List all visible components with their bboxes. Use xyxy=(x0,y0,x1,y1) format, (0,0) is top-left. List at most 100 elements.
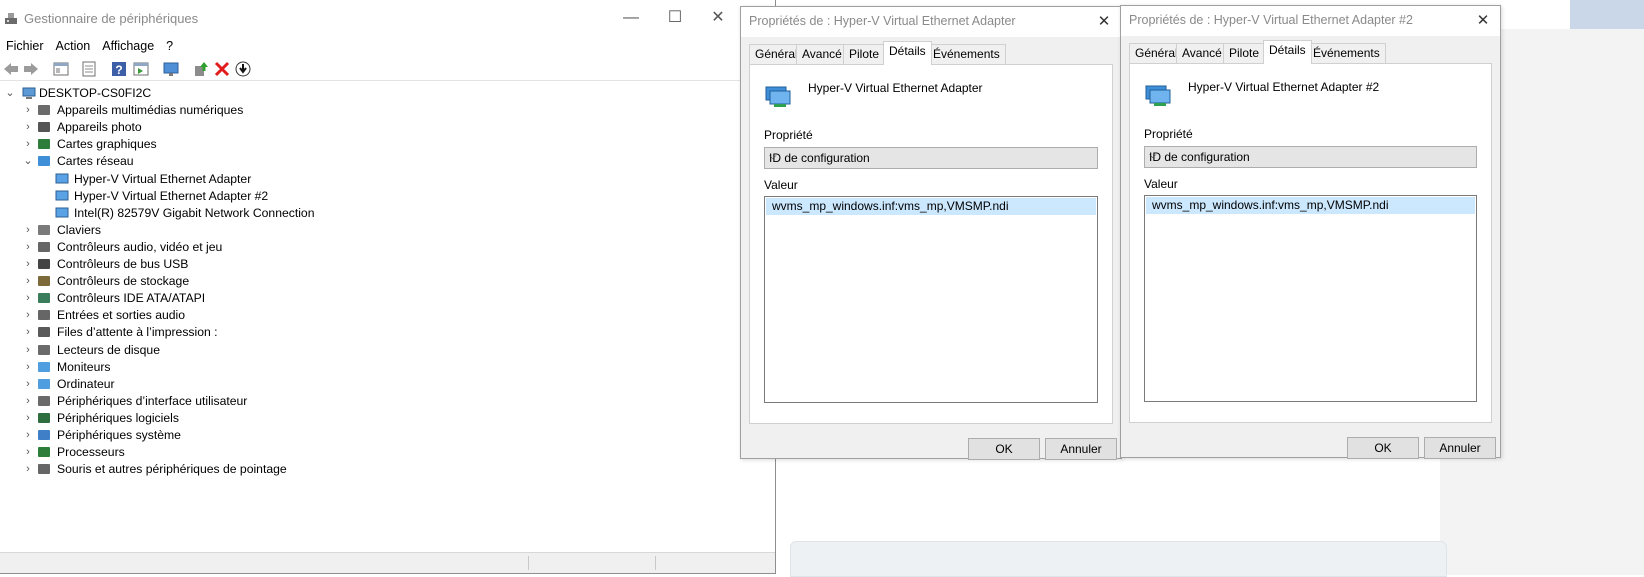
expand-chevron-icon[interactable]: › xyxy=(22,289,34,307)
scan-hardware-icon[interactable] xyxy=(162,60,180,78)
value-label: Valeur xyxy=(764,178,798,192)
expand-chevron-icon[interactable]: › xyxy=(22,358,34,376)
close-button[interactable]: ✕ xyxy=(703,6,733,30)
dialog-title-bar[interactable]: Propriétés de : Hyper-V Virtual Ethernet… xyxy=(1121,6,1500,36)
software-device-icon xyxy=(38,413,50,423)
hid-icon xyxy=(38,396,50,406)
tree-category-label: Périphériques d’interface utilisateur xyxy=(57,394,248,408)
expand-chevron-icon[interactable]: › xyxy=(22,135,34,153)
expand-chevron-icon[interactable]: › xyxy=(22,255,34,273)
value-list-item[interactable]: wvms_mp_windows.inf:vms_mp,VMSMP.ndi xyxy=(766,198,1096,215)
expand-chevron-icon[interactable]: › xyxy=(22,460,34,478)
menu-action[interactable]: Action xyxy=(50,36,97,56)
update-driver-icon[interactable] xyxy=(192,60,210,78)
tree-category-label: Cartes réseau xyxy=(57,154,134,168)
display-adapter-icon xyxy=(38,139,50,149)
tree-device-label: Hyper-V Virtual Ethernet Adapter #2 xyxy=(74,189,269,203)
value-list-item[interactable]: wvms_mp_windows.inf:vms_mp,VMSMP.ndi xyxy=(1146,197,1475,214)
tree-category-label: Appareils multimédias numériques xyxy=(57,103,244,117)
expand-chevron-icon[interactable]: › xyxy=(22,238,34,256)
tab-pilote[interactable]: Pilote xyxy=(1223,43,1266,63)
tree-category-label: Contrôleurs IDE ATA/ATAPI xyxy=(57,291,206,305)
cancel-button[interactable]: Annuler xyxy=(1424,437,1496,459)
property-label: Propriété xyxy=(1144,127,1193,141)
action-pane-icon[interactable] xyxy=(132,60,150,78)
system-device-icon xyxy=(38,430,50,440)
property-dropdown[interactable]: ID de configuration ⌵ xyxy=(764,147,1098,169)
expand-chevron-icon[interactable]: › xyxy=(22,101,34,119)
tree-category-label: Périphériques système xyxy=(57,428,181,442)
camera-icon xyxy=(38,122,50,132)
expand-chevron-icon[interactable]: › xyxy=(22,375,34,393)
network-adapter-icon xyxy=(55,173,69,184)
tab-evenements[interactable]: Événements xyxy=(927,44,1006,64)
tab-details[interactable]: Détails xyxy=(883,41,932,65)
help-icon[interactable]: ? xyxy=(110,60,128,78)
value-listbox[interactable]: wvms_mp_windows.inf:vms_mp,VMSMP.ndi xyxy=(1144,195,1477,402)
show-hide-console-tree-icon[interactable] xyxy=(52,60,70,78)
dialog-title-bar[interactable]: Propriétés de : Hyper-V Virtual Ethernet… xyxy=(741,7,1121,37)
dialog-title: Propriétés de : Hyper-V Virtual Ethernet… xyxy=(1129,13,1413,27)
desktop-background-strip xyxy=(1570,0,1644,29)
chevron-down-icon: ⌵ xyxy=(1149,150,1157,161)
tree-root-label: DESKTOP-CS0FI2C xyxy=(39,86,152,100)
menu-help[interactable]: ? xyxy=(160,36,179,56)
storage-controller-icon xyxy=(38,276,50,286)
tab-avance[interactable]: Avancé xyxy=(796,44,848,64)
expand-chevron-icon[interactable]: › xyxy=(22,306,34,324)
expand-chevron-icon[interactable]: › xyxy=(22,443,34,461)
expand-chevron-icon[interactable]: › xyxy=(22,272,34,290)
cancel-button[interactable]: Annuler xyxy=(1045,438,1117,460)
expand-chevron-icon[interactable]: › xyxy=(22,118,34,136)
network-adapter-icon xyxy=(1145,85,1171,106)
audio-io-icon xyxy=(38,310,50,320)
expand-chevron-icon[interactable]: › xyxy=(22,323,34,341)
network-adapter-icon xyxy=(38,156,50,166)
expand-chevron-icon[interactable]: › xyxy=(22,409,34,427)
maximize-button[interactable]: ☐ xyxy=(660,6,690,30)
expand-chevron-icon[interactable]: › xyxy=(22,221,34,239)
expand-chevron-icon[interactable]: › xyxy=(22,392,34,410)
status-bar xyxy=(0,552,775,573)
tree-category-label: Entrées et sorties audio xyxy=(57,308,186,322)
computer-icon xyxy=(22,87,36,99)
title-bar[interactable]: Gestionnaire de périphériques — ☐ ✕ xyxy=(0,0,775,36)
tab-avance[interactable]: Avancé xyxy=(1176,43,1228,63)
properties-icon[interactable] xyxy=(80,60,98,78)
dialog-title: Propriétés de : Hyper-V Virtual Ethernet… xyxy=(749,14,1016,28)
menu-fichier[interactable]: Fichier xyxy=(0,36,50,56)
back-arrow-icon[interactable] xyxy=(2,60,20,78)
monitor-icon xyxy=(38,362,50,372)
processor-icon xyxy=(38,447,50,457)
multimedia-icon xyxy=(38,105,50,115)
tree-device-label: Intel(R) 82579V Gigabit Network Connecti… xyxy=(74,206,315,220)
device-name: Hyper-V Virtual Ethernet Adapter xyxy=(808,81,983,95)
collapse-chevron-icon[interactable]: ⌄ xyxy=(22,152,34,170)
forward-arrow-icon[interactable] xyxy=(22,60,40,78)
property-dropdown[interactable]: ID de configuration ⌵ xyxy=(1144,146,1477,168)
tab-evenements[interactable]: Événements xyxy=(1307,43,1386,63)
value-label: Valeur xyxy=(1144,177,1178,191)
collapse-chevron-icon[interactable]: ⌄ xyxy=(4,84,16,102)
network-adapter-icon xyxy=(765,86,791,107)
disable-device-icon[interactable] xyxy=(234,60,252,78)
tree-category-label: Claviers xyxy=(57,223,102,237)
uninstall-device-icon[interactable] xyxy=(213,60,231,78)
minimize-button[interactable]: — xyxy=(616,6,646,30)
tab-details[interactable]: Détails xyxy=(1263,40,1312,64)
dialog-close-button[interactable]: ✕ xyxy=(1472,10,1494,32)
disk-drive-icon xyxy=(38,345,50,355)
ok-button[interactable]: OK xyxy=(968,438,1040,460)
tree-category-label: Périphériques logiciels xyxy=(57,411,179,425)
tree-category-label: Ordinateur xyxy=(57,377,115,391)
expand-chevron-icon[interactable]: › xyxy=(22,426,34,444)
dialog-close-button[interactable]: ✕ xyxy=(1093,11,1115,33)
tree-category-label: Souris et autres périphériques de pointa… xyxy=(57,462,287,476)
ok-button[interactable]: OK xyxy=(1347,437,1419,459)
value-listbox[interactable]: wvms_mp_windows.inf:vms_mp,VMSMP.ndi xyxy=(764,196,1098,403)
network-adapter-icon xyxy=(55,190,69,201)
tab-pilote[interactable]: Pilote xyxy=(843,44,886,64)
expand-chevron-icon[interactable]: › xyxy=(22,341,34,359)
background-window-footer xyxy=(790,541,1447,577)
menu-affichage[interactable]: Affichage xyxy=(96,36,160,56)
